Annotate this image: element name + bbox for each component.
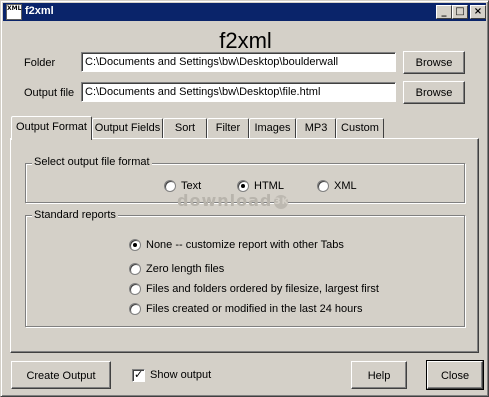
standard-reports-group-title: Standard reports [32,209,118,221]
app-icon: XML [6,4,22,20]
maximize-icon: □ [455,6,465,17]
folder-browse-button[interactable]: Browse [403,51,465,74]
report-by-filesize-radio[interactable] [129,283,141,295]
report-by-filesize-label[interactable]: Files and folders ordered by filesize, l… [146,283,379,295]
report-zero-length-radio[interactable] [129,263,141,275]
show-output-checkbox[interactable]: ✓ [132,368,145,382]
format-xml-label[interactable]: XML [334,180,357,192]
help-button[interactable]: Help [351,361,407,389]
checkmark-icon: ✓ [134,368,144,381]
maximize-button[interactable]: □ [452,5,468,19]
format-text-radio[interactable] [164,180,176,192]
output-file-label: Output file [24,87,75,99]
report-zero-length-label[interactable]: Zero length files [146,263,224,275]
tab-custom[interactable]: Custom [336,118,384,138]
window-title: f2xml [25,5,54,17]
output-file-browse-button[interactable]: Browse [403,81,465,104]
output-format-group-title: Select output file format [32,156,152,168]
tab-images[interactable]: Images [249,118,296,138]
close-button[interactable]: Close [426,360,484,390]
folder-input[interactable]: C:\Documents and Settings\bw\Desktop\bou… [81,52,396,72]
watermark-text: download [177,191,273,210]
show-output-label[interactable]: Show output [150,369,211,381]
tab-mp3[interactable]: MP3 [296,118,336,138]
minimize-button[interactable]: _ [436,5,452,19]
report-none-radio[interactable] [129,239,141,251]
folder-label: Folder [24,57,56,69]
tab-output-fields[interactable]: Output Fields [92,118,163,138]
report-none-label[interactable]: None -- customize report with other Tabs [146,239,344,251]
report-last-24h-radio[interactable] [129,303,141,315]
report-last-24h-label[interactable]: Files created or modified in the last 24… [146,303,362,315]
minimize-icon: _ [441,6,447,17]
close-window-button[interactable]: × [470,5,486,19]
create-output-button[interactable]: Create Output [11,361,111,389]
output-file-input[interactable]: C:\Documents and Settings\bw\Desktop\fil… [81,82,396,102]
tab-filter[interactable]: Filter [207,118,249,138]
title-bar[interactable]: XML f2xml _ □ × [3,3,486,21]
tab-sort[interactable]: Sort [163,118,207,138]
app-window: XML f2xml _ □ × f2xml Folder C:\Document… [0,0,489,397]
close-icon: × [473,6,483,17]
app-icon-text: XML [7,5,22,12]
tab-output-format[interactable]: Output Format [11,116,92,140]
watermark-badge: 3K [274,195,290,209]
download3k-watermark: download 3K [177,191,290,210]
format-xml-radio[interactable] [317,180,329,192]
